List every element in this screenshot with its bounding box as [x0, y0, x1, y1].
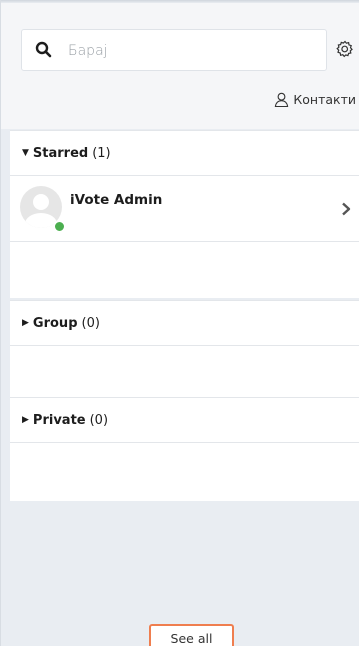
caret-right-icon: ▶ — [22, 318, 29, 328]
caret-down-icon: ▼ — [22, 148, 29, 158]
group-section: ▶ Group (0) — [10, 300, 359, 398]
starred-section-label: Starred — [32, 145, 89, 161]
group-section-header[interactable]: ▶ Group (0) — [10, 300, 359, 346]
private-section-label: Private — [32, 412, 86, 428]
group-section-count: (0) — [81, 315, 100, 331]
caret-right-icon: ▶ — [22, 415, 29, 425]
online-status-dot — [53, 220, 66, 233]
private-section-header[interactable]: ▶ Private (0) — [10, 397, 359, 443]
contact-name: iVote Admin — [70, 192, 163, 208]
contacts-link-label: Контакти — [293, 92, 356, 107]
starred-section-header[interactable]: ▼ Starred (1) — [10, 130, 359, 176]
starred-section: ▼ Starred (1) iVote Admin — [10, 130, 359, 298]
group-section-label: Group — [32, 315, 78, 331]
starred-section-count: (1) — [92, 145, 111, 161]
user-icon — [275, 92, 289, 107]
drawer-header: Контакти — [1, 3, 359, 129]
messaging-drawer: Контакти ▼ Starred (1) iVote Admin ▶ Gro… — [0, 0, 359, 646]
search-icon — [35, 41, 52, 58]
private-section-count: (0) — [89, 412, 109, 428]
settings-icon[interactable] — [336, 40, 354, 58]
see-all-label: See all — [168, 632, 216, 646]
search-box[interactable] — [21, 29, 327, 71]
search-input[interactable] — [68, 39, 308, 63]
contact-row[interactable]: iVote Admin — [10, 176, 359, 242]
see-all-button[interactable]: See all — [149, 624, 234, 646]
chevron-right-icon[interactable] — [341, 202, 351, 216]
contacts-link[interactable]: Контакти — [274, 92, 356, 107]
private-section: ▶ Private (0) — [10, 397, 359, 501]
